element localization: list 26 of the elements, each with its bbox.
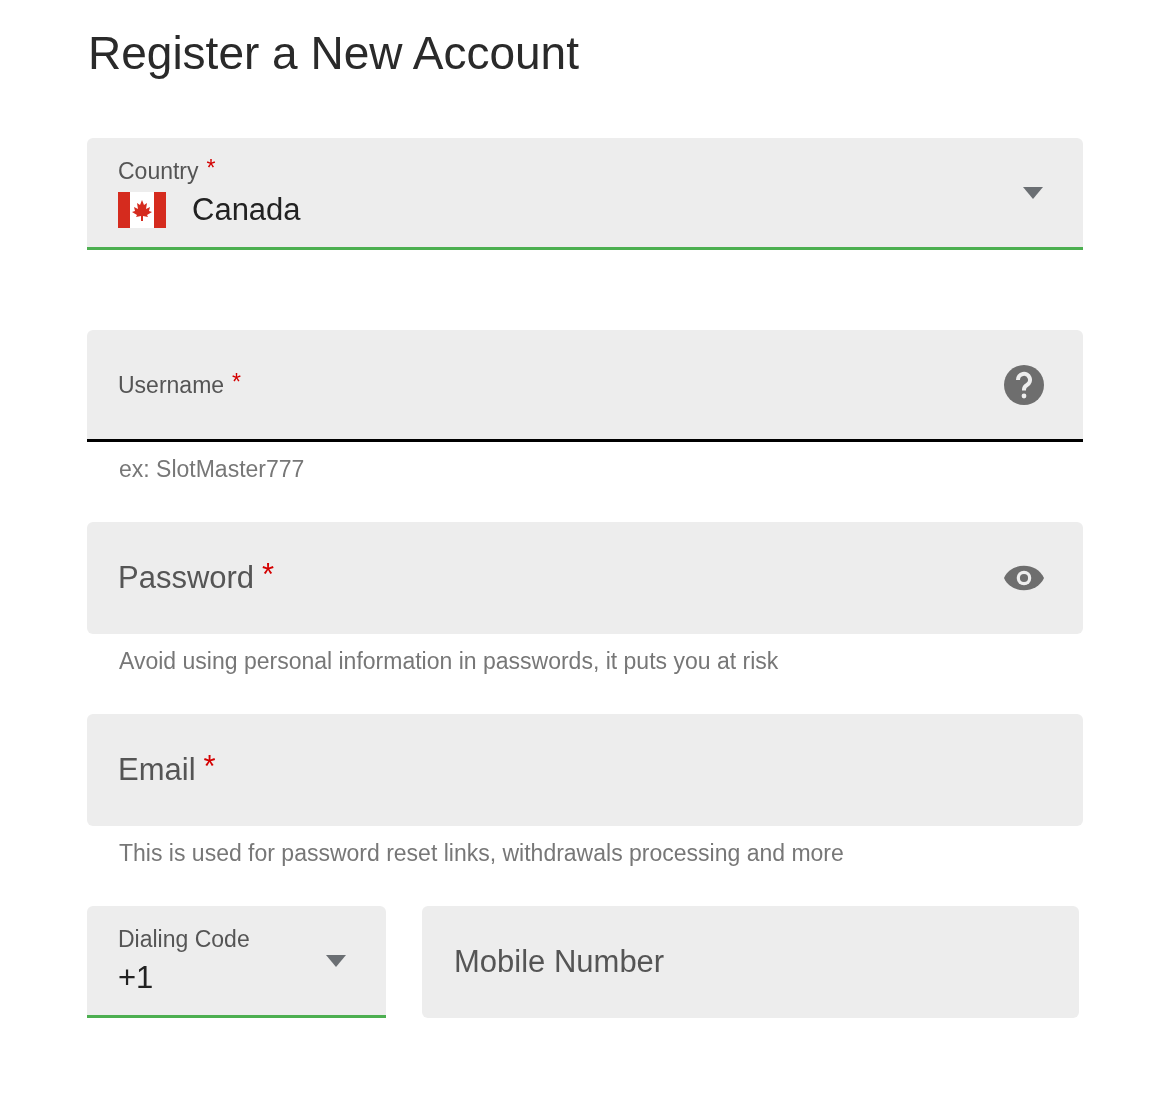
input-field[interactable]: Username *	[87, 330, 1083, 442]
dialing-code-select[interactable]: Dialing Code +1	[87, 906, 386, 1018]
password-field[interactable]: Password *	[87, 522, 1083, 634]
input-field[interactable]: Email *	[87, 714, 1083, 826]
field-label: Mobile Number	[454, 943, 665, 981]
required-mark: *	[232, 369, 242, 394]
caret-icon	[326, 954, 346, 967]
field-label: Password	[118, 559, 255, 597]
required-mark: *	[206, 155, 216, 180]
required-mark: *	[262, 558, 275, 592]
field-label: Country	[118, 156, 199, 186]
caret-icon	[1023, 186, 1043, 199]
field-label: Email	[118, 751, 196, 789]
hint-text: ex: SlotMaster777	[118, 455, 306, 484]
help-icon[interactable]	[1004, 364, 1044, 405]
hint-text: Avoid using personal information in passwords, it puts you at risk	[118, 647, 780, 676]
flag-icon	[118, 191, 166, 228]
country-select[interactable]: Country * Canada	[87, 138, 1083, 250]
field-value: +1	[118, 958, 154, 997]
field-label: Dialing Code	[118, 924, 250, 954]
page-title: Register a New Account	[88, 26, 580, 81]
hint-text: This is used for password reset links, withdrawals processing and more	[118, 839, 845, 868]
required-mark: *	[203, 750, 216, 784]
field-label: Username	[118, 370, 225, 400]
field-value: Canada	[192, 190, 301, 229]
input-field[interactable]: Mobile Number	[422, 906, 1079, 1018]
